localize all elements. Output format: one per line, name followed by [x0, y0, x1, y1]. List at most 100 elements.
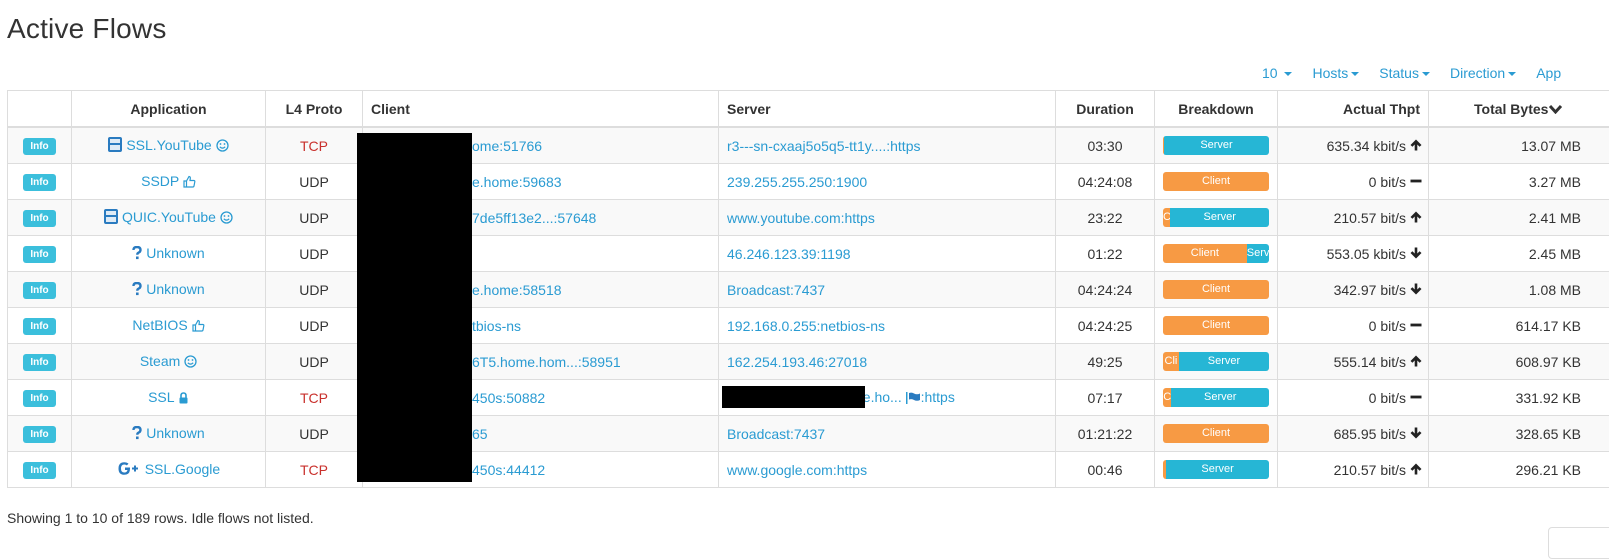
status-dropdown[interactable]: Status: [1379, 65, 1430, 81]
caret-down-icon: [1351, 72, 1359, 76]
application-link[interactable]: SSL: [148, 389, 189, 405]
server-link[interactable]: www.youtube.com:https: [727, 210, 875, 226]
application-link[interactable]: Unknown: [132, 425, 204, 441]
server-link[interactable]: Broadcast:7437: [727, 426, 825, 442]
application-dropdown[interactable]: App: [1536, 65, 1561, 81]
info-button[interactable]: Info: [23, 138, 55, 155]
direction-dropdown[interactable]: Direction: [1450, 65, 1516, 81]
col-total-bytes[interactable]: Total Bytes: [1429, 91, 1609, 128]
server-link[interactable]: 46.246.123.39:1198: [727, 246, 851, 262]
duration-cell: 07:17: [1056, 380, 1155, 416]
server-link[interactable]: 162.254.193.46:27018: [727, 354, 867, 370]
col-breakdown[interactable]: Breakdown: [1155, 91, 1278, 128]
arrow-up-icon: [1410, 463, 1422, 475]
info-button[interactable]: Info: [23, 462, 55, 479]
duration-cell: 01:22: [1056, 236, 1155, 272]
application-cell: NetBIOS: [72, 308, 266, 344]
server-port-link[interactable]: :https: [921, 389, 955, 405]
actual-thpt-cell: 210.57 bit/s: [1278, 452, 1429, 488]
breakdown-cell: Client: [1155, 416, 1278, 452]
duration-cell: 03:30: [1056, 127, 1155, 164]
pagination[interactable]: [1548, 527, 1609, 559]
info-button[interactable]: Info: [23, 390, 55, 407]
server-share-bar: Server: [1170, 208, 1269, 227]
table-header-row: Application L4 Proto Client Server Durat…: [8, 91, 1609, 128]
breakdown-bar: Client: [1163, 424, 1269, 443]
total-bytes-cell: 608.97 KB: [1429, 344, 1609, 380]
actual-thpt-cell: 635.34 kbit/s: [1278, 127, 1429, 164]
application-link[interactable]: Unknown: [132, 245, 204, 261]
thumbs-up-icon: [192, 319, 205, 335]
col-duration[interactable]: Duration: [1056, 91, 1155, 128]
col-client[interactable]: Client: [363, 91, 719, 128]
l4-proto-cell: UDP: [266, 308, 363, 344]
application-link[interactable]: SSDP: [141, 173, 196, 189]
total-bytes-cell: 296.21 KB: [1429, 452, 1609, 488]
actions-cell: Info: [8, 344, 72, 380]
chevron-down-icon: [1549, 104, 1562, 114]
breakdown-cell: Client: [1155, 272, 1278, 308]
page-size-dropdown[interactable]: 10: [1262, 65, 1292, 81]
arrow-up-icon: [1410, 211, 1422, 223]
info-button[interactable]: Info: [23, 318, 55, 335]
question-icon: [132, 282, 142, 299]
server-cell: 46.246.123.39:1198: [719, 236, 1056, 272]
actions-cell: Info: [8, 164, 72, 200]
duration-cell: 01:21:22: [1056, 416, 1155, 452]
col-application[interactable]: Application: [72, 91, 266, 128]
l4-proto-cell: UDP: [266, 344, 363, 380]
application-link[interactable]: Unknown: [132, 281, 204, 297]
application-cell: SSL: [72, 380, 266, 416]
client-share-bar: Client: [1163, 424, 1269, 443]
breakdown-cell: C Server: [1155, 380, 1278, 416]
actual-thpt-cell: 555.14 bit/s: [1278, 344, 1429, 380]
col-server[interactable]: Server: [719, 91, 1056, 128]
col-l4-proto[interactable]: L4 Proto: [266, 91, 363, 128]
server-share-bar: Server: [1164, 136, 1269, 155]
info-button[interactable]: Info: [23, 282, 55, 299]
server-link[interactable]: 192.168.0.255:netbios-ns: [727, 318, 885, 334]
application-link[interactable]: QUIC.YouTube: [104, 209, 233, 225]
duration-cell: 23:22: [1056, 200, 1155, 236]
total-bytes-cell: 328.65 KB: [1429, 416, 1609, 452]
server-link[interactable]: www.google.com:https: [727, 462, 867, 478]
flow-row: Info SSL.YouTube TCP ome:51766 r3---sn-c…: [8, 127, 1609, 164]
application-link[interactable]: SSL.YouTube: [108, 137, 228, 153]
breakdown-cell: C Server: [1155, 200, 1278, 236]
l4-proto-cell: UDP: [266, 416, 363, 452]
info-button[interactable]: Info: [23, 210, 55, 227]
flow-row: Info Unknown UDP e.home:58518 Broadcast:…: [8, 272, 1609, 308]
col-actual-thpt[interactable]: Actual Thpt: [1278, 91, 1429, 128]
application-link[interactable]: Steam: [140, 353, 197, 369]
info-button[interactable]: Info: [23, 354, 55, 371]
server-link[interactable]: 239.255.255.250:1900: [727, 174, 867, 190]
breakdown-bar: Client: [1163, 316, 1269, 335]
arrow-down-icon: [1410, 247, 1422, 259]
actions-cell: Info: [8, 416, 72, 452]
server-share-bar: Server: [1166, 460, 1269, 479]
page-title: Active Flows: [7, 13, 167, 45]
breakdown-bar: Server: [1163, 460, 1269, 479]
server-link[interactable]: r3---sn-cxaaj5o5q5-tt1y....:https: [727, 138, 920, 154]
actual-thpt-cell: 342.97 bit/s: [1278, 272, 1429, 308]
flow-row: Info Unknown UDP 46.246.123.39:1198 01:2…: [8, 236, 1609, 272]
actions-cell: Info: [8, 236, 72, 272]
info-button[interactable]: Info: [23, 174, 55, 191]
application-link[interactable]: SSL.Google: [117, 461, 220, 477]
youtube-icon: [108, 137, 122, 155]
total-bytes-cell: 614.17 KB: [1429, 308, 1609, 344]
server-share-bar: Serv: [1247, 244, 1269, 263]
hosts-dropdown[interactable]: Hosts: [1312, 65, 1359, 81]
info-button[interactable]: Info: [23, 246, 55, 263]
actions-cell: Info: [8, 272, 72, 308]
info-button[interactable]: Info: [23, 426, 55, 443]
application-link[interactable]: NetBIOS: [132, 317, 204, 333]
application-cell: SSDP: [72, 164, 266, 200]
flows-table: Application L4 Proto Client Server Durat…: [7, 90, 1609, 488]
arrow-down-icon: [1410, 427, 1422, 439]
google-plus-icon: [117, 461, 141, 479]
breakdown-bar: Client Serv: [1163, 244, 1269, 263]
server-link[interactable]: Broadcast:7437: [727, 282, 825, 298]
l4-proto-cell: UDP: [266, 272, 363, 308]
minus-icon: [1410, 319, 1422, 331]
